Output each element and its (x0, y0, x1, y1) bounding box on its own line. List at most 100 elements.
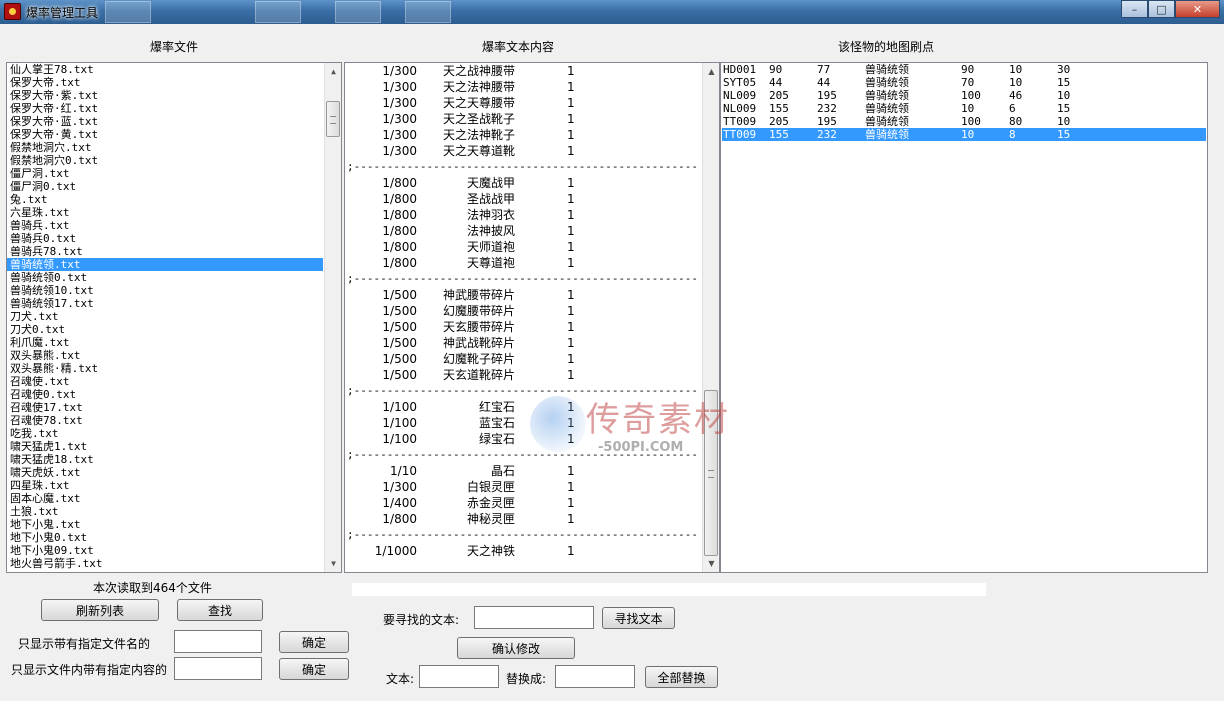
file-list-item[interactable]: 土狼.txt (7, 505, 341, 518)
y-coord: 77 (817, 63, 831, 76)
spawn-row[interactable]: TT009 205 195 兽骑统领 100 80 10 (722, 115, 1206, 128)
scroll-down-arrow-icon[interactable]: ▼ (703, 555, 719, 572)
close-button[interactable]: ✕ (1175, 0, 1220, 18)
content-line: 1/500 幻魔腰带碎片 1 (345, 303, 685, 319)
file-list-item[interactable]: 保罗大帝.txt (7, 76, 341, 89)
file-list-item[interactable]: 召魂使.txt (7, 375, 341, 388)
item-name: 幻魔腰带碎片 (442, 304, 515, 318)
file-list[interactable]: 仙人掌王78.txt 保罗大帝.txt 保罗大帝·紫.txt 保罗大帝·红.txt 保罗… (6, 62, 342, 573)
content-line: 1/500 幻魔靴子碎片 1 (345, 351, 685, 367)
drop-quantity: 1 (567, 480, 575, 494)
file-list-item[interactable]: 保罗大帝·蓝.txt (7, 115, 341, 128)
file-list-item[interactable]: 兽骑统领17.txt (7, 297, 341, 310)
replace-from-input[interactable] (419, 665, 499, 688)
file-list-item[interactable]: 僵尸洞0.txt (7, 180, 341, 193)
refresh-list-button[interactable]: 刷新列表 (41, 599, 159, 621)
drop-rate: 1/400 (382, 496, 417, 510)
file-list-item[interactable]: 地火兽弓箭手.txt (7, 557, 341, 570)
search-text-input[interactable] (474, 606, 594, 629)
spawn-list[interactable]: HD001 90 77 兽骑统领 90 10 30 SYT05 44 44 兽骑统领 70 10 15 NL… (720, 62, 1208, 573)
file-list-item[interactable]: 固本心魔.txt (7, 492, 341, 505)
file-list-item[interactable]: 保罗大帝·黄.txt (7, 128, 341, 141)
monster-name: 兽骑统领 (865, 102, 909, 115)
file-list-item[interactable]: 仙人掌王78.txt (7, 63, 341, 76)
file-list-item[interactable]: 双头暴熊·精.txt (7, 362, 341, 375)
replace-to-input[interactable] (555, 665, 635, 688)
content-line: 1/800 天师道袍 1 (345, 239, 685, 255)
content-editor[interactable]: 1/300 天之战神腰带 1 1/300 天之法神腰带 1 1/300 天之天尊腰带 1 1/30… (344, 62, 720, 573)
file-list-item[interactable]: 假禁地洞穴0.txt (7, 154, 341, 167)
item-name: 天之天尊腰带 (442, 96, 515, 110)
file-list-item[interactable]: 地下小鬼.txt (7, 518, 341, 531)
file-list-item[interactable]: 假禁地洞穴.txt (7, 141, 341, 154)
file-list-item[interactable]: 保罗大帝·红.txt (7, 102, 341, 115)
file-list-item[interactable]: 六星珠.txt (7, 206, 341, 219)
replace-all-button[interactable]: 全部替换 (645, 666, 718, 688)
file-list-item[interactable]: 啸天猛虎1.txt (7, 440, 341, 453)
content-text[interactable]: 1/300 天之战神腰带 1 1/300 天之法神腰带 1 1/300 天之天尊腰带 1 1/30… (345, 63, 703, 572)
file-list-item[interactable]: 地下小鬼0.txt (7, 531, 341, 544)
file-list-item[interactable]: 兔.txt (7, 193, 341, 206)
drop-rate: 1/100 (382, 416, 417, 430)
content-line: 1/100 蓝宝石 1 (345, 415, 685, 431)
file-list-item[interactable]: 兽骑兵0.txt (7, 232, 341, 245)
file-list-scrollbar[interactable]: ▲ ▼ (324, 63, 341, 572)
map-code: NL009 (723, 102, 757, 115)
file-list-item[interactable]: 利爪魔.txt (7, 336, 341, 349)
confirm-edit-button[interactable]: 确认修改 (457, 637, 575, 659)
file-list-item[interactable]: 兽骑统领10.txt (7, 284, 341, 297)
drop-quantity: 1 (567, 320, 575, 334)
drop-rate: 1/500 (382, 352, 417, 366)
file-list-item[interactable]: 兽骑统领0.txt (7, 271, 341, 284)
find-button[interactable]: 查找 (177, 599, 263, 621)
file-list-item[interactable]: 吃我.txt (7, 427, 341, 440)
file-list-item[interactable]: 四星珠.txt (7, 479, 341, 492)
drop-quantity: 1 (567, 80, 575, 94)
filter-content-confirm-button[interactable]: 确定 (279, 658, 349, 680)
item-name: 红宝石 (478, 400, 515, 414)
file-list-item[interactable]: 保罗大帝·紫.txt (7, 89, 341, 102)
drop-rate: 1/800 (382, 176, 417, 190)
content-scrollbar[interactable]: ▲ ▼ (702, 63, 719, 572)
spawn-row[interactable]: NL009 205 195 兽骑统领 100 46 10 (722, 89, 1206, 102)
item-name: 天之法神腰带 (442, 80, 515, 94)
content-line: 1/500 天玄腰带碎片 1 (345, 319, 685, 335)
filter-name-input[interactable] (174, 630, 262, 653)
filter-name-confirm-button[interactable]: 确定 (279, 631, 349, 653)
scroll-thumb[interactable] (704, 390, 718, 556)
drop-quantity: 1 (567, 224, 575, 238)
file-list-item[interactable]: 兽骑兵78.txt (7, 245, 341, 258)
file-list-item[interactable]: 啸天虎妖.txt (7, 466, 341, 479)
file-list-item[interactable]: 刀犬0.txt (7, 323, 341, 336)
scroll-thumb[interactable] (326, 101, 340, 137)
file-list-item[interactable]: 刀犬.txt (7, 310, 341, 323)
replace-to-label: 替换成: (506, 672, 547, 686)
file-list-item[interactable]: 僵尸洞.txt (7, 167, 341, 180)
spawn-row[interactable]: NL009 155 232 兽骑统领 10 6 15 (722, 102, 1206, 115)
file-list-item[interactable]: 啸天猛虎18.txt (7, 453, 341, 466)
file-list-item[interactable]: 双头暴熊.txt (7, 349, 341, 362)
drop-rate: 1/100 (382, 400, 417, 414)
spawn-row[interactable]: TT009 155 232 兽骑统领 10 8 15 (722, 128, 1206, 141)
filter-name-label: 只显示带有指定文件名的 (18, 637, 151, 651)
monster-name: 兽骑统领 (865, 128, 909, 141)
scroll-down-arrow-icon[interactable]: ▼ (325, 555, 341, 572)
file-list-item[interactable]: 地下小鬼09.txt (7, 544, 341, 557)
minimize-button[interactable]: – (1121, 0, 1148, 18)
item-name: 法神羽衣 (466, 208, 515, 222)
file-list-item[interactable]: 召魂使0.txt (7, 388, 341, 401)
spawn-row[interactable]: SYT05 44 44 兽骑统领 70 10 15 (722, 76, 1206, 89)
filter-content-input[interactable] (174, 657, 262, 680)
file-list-item[interactable]: 召魂使78.txt (7, 414, 341, 427)
file-list-item[interactable]: 兽骑兵.txt (7, 219, 341, 232)
file-list-item[interactable]: 召魂使17.txt (7, 401, 341, 414)
scroll-up-arrow-icon[interactable]: ▲ (325, 63, 341, 80)
file-list-item[interactable]: 兽骑统领.txt (7, 258, 323, 271)
y-coord: 232 (817, 102, 837, 115)
scroll-up-arrow-icon[interactable]: ▲ (703, 63, 719, 80)
drop-rate: 1/300 (382, 128, 417, 142)
maximize-button[interactable]: □ (1148, 0, 1175, 18)
respawn-time: 15 (1057, 102, 1071, 115)
search-text-button[interactable]: 寻找文本 (602, 607, 675, 629)
spawn-row[interactable]: HD001 90 77 兽骑统领 90 10 30 (722, 63, 1206, 76)
